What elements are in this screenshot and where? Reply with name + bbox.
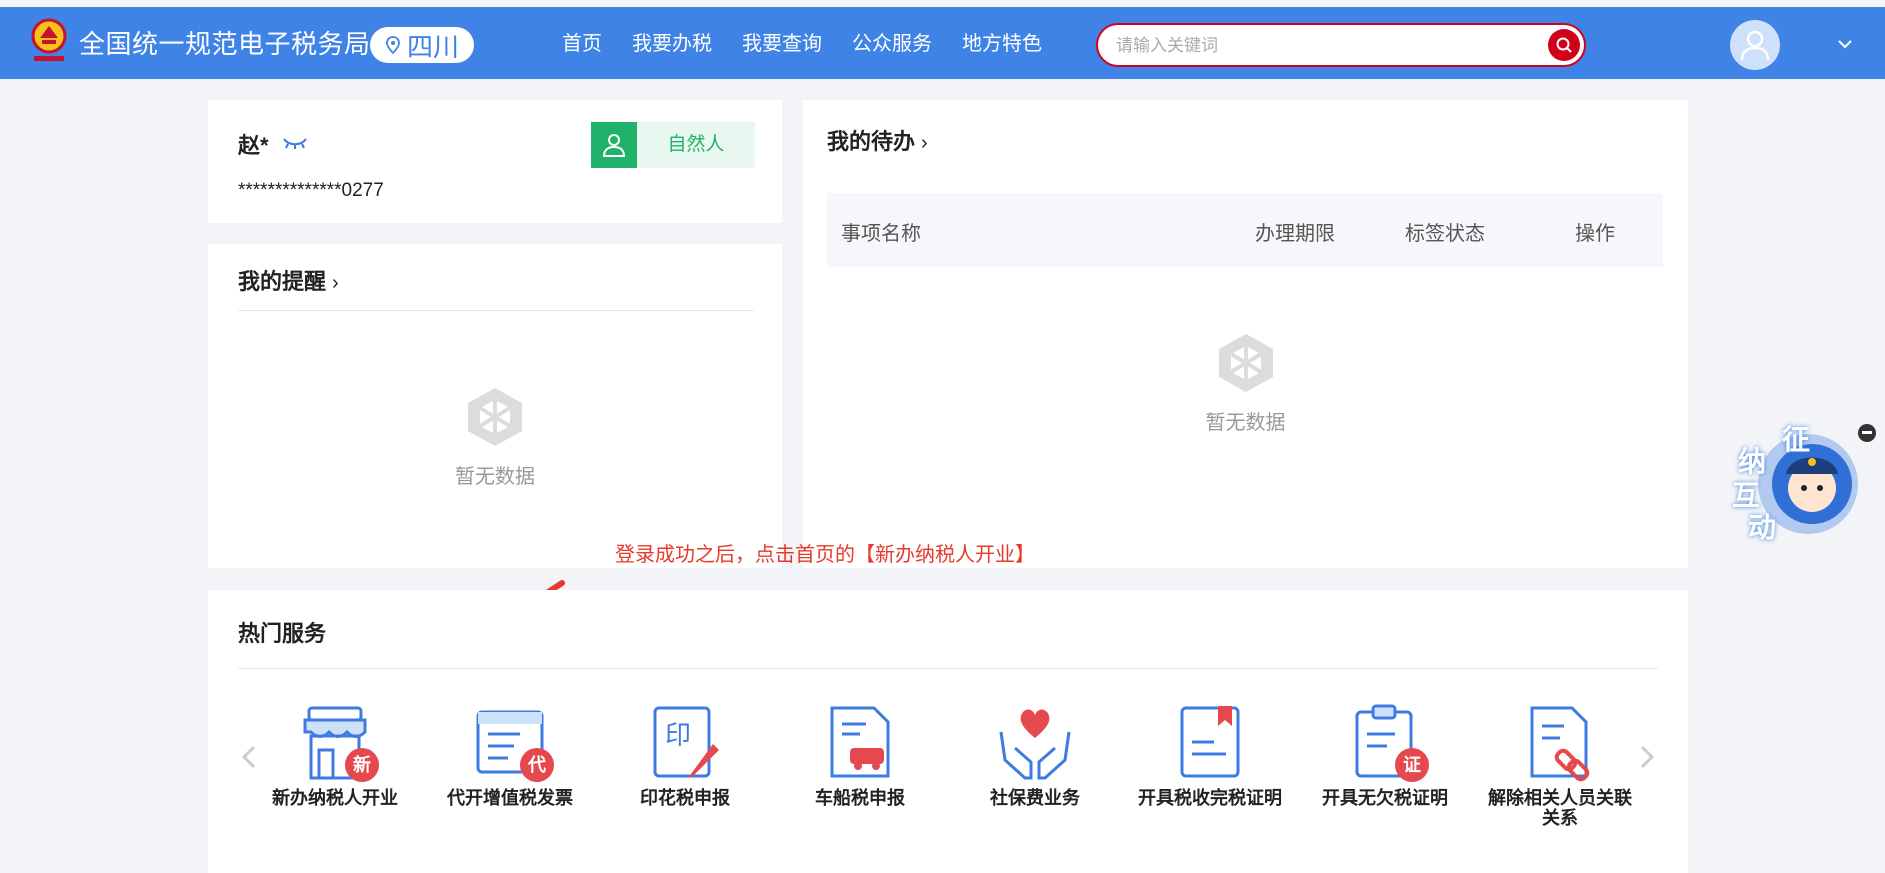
chevron-right-icon: ›	[921, 132, 928, 154]
minus-icon	[1862, 431, 1872, 434]
divider	[238, 310, 754, 311]
mascot-collapse-button[interactable]	[1858, 424, 1876, 442]
top-header: 全国统一规范电子税务局 四川 首页 我要办税 我要查询 公众服务 地方特色	[0, 7, 1885, 79]
service-label: 解除相关人员关联关系	[1488, 788, 1632, 828]
service-social-security[interactable]: 社保费业务	[960, 702, 1110, 808]
service-stamp-tax[interactable]: 印 印花税申报	[610, 702, 760, 808]
empty-text: 暂无数据	[1205, 412, 1286, 434]
todo-card: 我的待办 › 事项名称 办理期限 标签状态 操作 暂无数据	[803, 100, 1688, 568]
service-vehicle-tax[interactable]: 车船税申报	[785, 702, 935, 808]
mascot-char: 动	[1748, 512, 1777, 543]
service-unlink-personnel[interactable]: 解除相关人员关联关系	[1485, 702, 1635, 828]
column-header: 办理期限	[1255, 223, 1335, 245]
service-label: 车船税申报	[815, 788, 905, 808]
eye-closed-icon[interactable]	[282, 136, 308, 150]
service-tag: 新	[345, 748, 379, 782]
location-pin-icon	[386, 36, 400, 54]
identity-badge[interactable]: 自然人	[591, 122, 755, 168]
nav-public-service[interactable]: 公众服务	[852, 31, 932, 57]
search-input[interactable]	[1114, 31, 1518, 61]
service-tag: 代	[520, 748, 554, 782]
service-label: 新办纳税人开业	[272, 788, 398, 808]
todo-title[interactable]: 我的待办 ›	[827, 124, 928, 156]
column-header: 标签状态	[1405, 223, 1485, 245]
todo-table-header: 事项名称 办理期限 标签状态 操作	[827, 193, 1663, 267]
service-label: 社保费业务	[990, 788, 1080, 808]
nav-query[interactable]: 我要查询	[742, 31, 822, 57]
clipboard-certificate-icon: 证	[1345, 702, 1429, 782]
service-no-arrears-certificate[interactable]: 证 开具无欠税证明	[1310, 702, 1460, 808]
unlink-document-icon	[1520, 702, 1600, 782]
reminder-title[interactable]: 我的提醒 ›	[238, 264, 339, 296]
nav-local-features[interactable]: 地方特色	[962, 31, 1042, 57]
chevron-right-icon: ›	[332, 272, 339, 294]
user-info-card: 赵* **************0277 自然人	[208, 100, 782, 223]
site-title[interactable]: 全国统一规范电子税务局	[79, 29, 371, 59]
empty-text: 暂无数据	[455, 466, 535, 488]
tax-emblem-icon[interactable]	[28, 16, 70, 66]
person-icon	[591, 122, 637, 168]
service-label: 开具税收完税证明	[1138, 788, 1282, 808]
heart-hands-icon	[995, 702, 1075, 782]
avatar[interactable]	[1730, 20, 1780, 70]
user-name: 赵*	[238, 133, 269, 158]
empty-state: 暂无数据	[803, 330, 1688, 435]
service-vat-invoice[interactable]: 代 代开增值税发票	[435, 702, 585, 808]
todo-title-text: 我的待办	[827, 129, 916, 154]
invoice-icon: 代	[470, 702, 554, 782]
reminder-title-text: 我的提醒	[238, 269, 327, 294]
service-label: 开具无欠税证明	[1322, 788, 1448, 808]
column-header: 操作	[1575, 223, 1615, 245]
reminder-card: 我的提醒 › 暂无数据	[208, 244, 782, 568]
empty-box-icon	[468, 388, 522, 446]
mascot-char: 征	[1782, 424, 1811, 455]
region-label: 四川	[406, 31, 459, 62]
divider	[238, 668, 1658, 669]
identity-label: 自然人	[667, 134, 725, 155]
certificate-bookmark-icon	[1170, 702, 1250, 782]
service-label: 代开增值税发票	[447, 788, 573, 808]
service-label: 印花税申报	[640, 788, 730, 808]
stamp-edit-icon: 印	[645, 702, 725, 782]
user-icon	[1740, 30, 1770, 61]
service-tag: 证	[1395, 748, 1429, 782]
search-box	[1096, 23, 1586, 67]
user-id-number: **************0277	[238, 180, 384, 201]
main-nav: 首页 我要办税 我要查询 公众服务 地方特色	[562, 31, 1042, 57]
svg-text:印: 印	[665, 721, 691, 751]
search-button[interactable]	[1548, 29, 1580, 61]
car-document-icon	[820, 702, 900, 782]
empty-state: 暂无数据	[208, 384, 782, 489]
nav-home[interactable]: 首页	[562, 31, 602, 57]
shop-icon: 新	[295, 702, 379, 782]
region-selector[interactable]: 四川	[370, 27, 474, 63]
service-new-taxpayer[interactable]: 新 新办纳税人开业	[260, 702, 410, 808]
service-tax-payment-certificate[interactable]: 开具税收完税证明	[1135, 702, 1285, 808]
column-header: 事项名称	[841, 223, 921, 245]
carousel-prev-icon[interactable]	[240, 743, 258, 771]
empty-box-icon	[1218, 334, 1273, 392]
nav-file-tax[interactable]: 我要办税	[632, 31, 712, 57]
annotation-text: 登录成功之后，点击首页的【新办纳税人开业】	[615, 544, 1035, 566]
search-icon	[1556, 37, 1572, 53]
carousel-next-icon[interactable]	[1638, 743, 1656, 771]
hot-services-title: 热门服务	[238, 621, 327, 646]
hot-services-card: 热门服务 新 新办纳税人开业 代 代开增值税发票 印 印花税申报 车船税申报 社…	[208, 590, 1688, 873]
chevron-down-icon[interactable]	[1838, 39, 1852, 49]
interaction-mascot[interactable]: 征 纳 互 动	[1728, 418, 1858, 543]
